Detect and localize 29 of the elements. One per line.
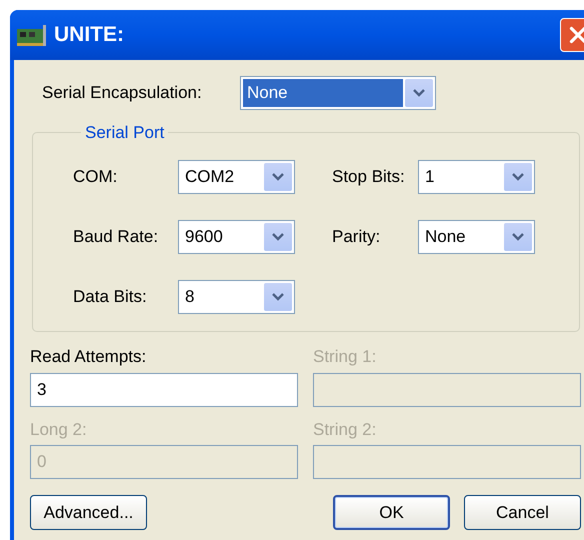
chevron-down-icon — [272, 292, 284, 300]
dialog-button[interactable]: Cancel — [464, 495, 581, 530]
chevron-down-icon — [272, 172, 284, 180]
field-label: Stop Bits: — [332, 166, 406, 188]
field-label: COM: — [73, 166, 118, 188]
chevron-down-icon — [512, 232, 524, 240]
dialog-button[interactable]: OK — [333, 495, 450, 530]
dropdown[interactable]: 9600 — [178, 220, 295, 254]
field-label: Parity: — [332, 226, 382, 248]
chevron-down-icon — [512, 172, 524, 180]
group-title: Serial Port — [84, 122, 166, 144]
dropdown[interactable]: COM2 — [178, 160, 295, 194]
field-label: Serial Encapsulation: — [42, 82, 203, 104]
input-field[interactable]: 3 — [30, 372, 298, 406]
field-label: String 2: — [313, 418, 378, 440]
network-card-icon — [16, 23, 48, 47]
field-label: Read Attempts: — [30, 346, 148, 368]
dropdown[interactable]: 8 — [178, 280, 295, 314]
chevron-down-icon — [272, 232, 284, 240]
dropdown[interactable]: 1 — [418, 160, 535, 194]
encapsulation-dropdown[interactable]: None — [240, 76, 436, 110]
field-label: Baud Rate: — [73, 226, 160, 248]
dialog-button[interactable]: Advanced... — [30, 495, 147, 530]
window-title: UNITE: — [54, 22, 124, 48]
field-label: Long 2: — [30, 418, 88, 440]
dropdown[interactable]: None — [418, 220, 535, 254]
field-label: String 1: — [313, 346, 378, 368]
field-label: Data Bits: — [73, 286, 148, 308]
chevron-down-icon — [413, 89, 425, 97]
